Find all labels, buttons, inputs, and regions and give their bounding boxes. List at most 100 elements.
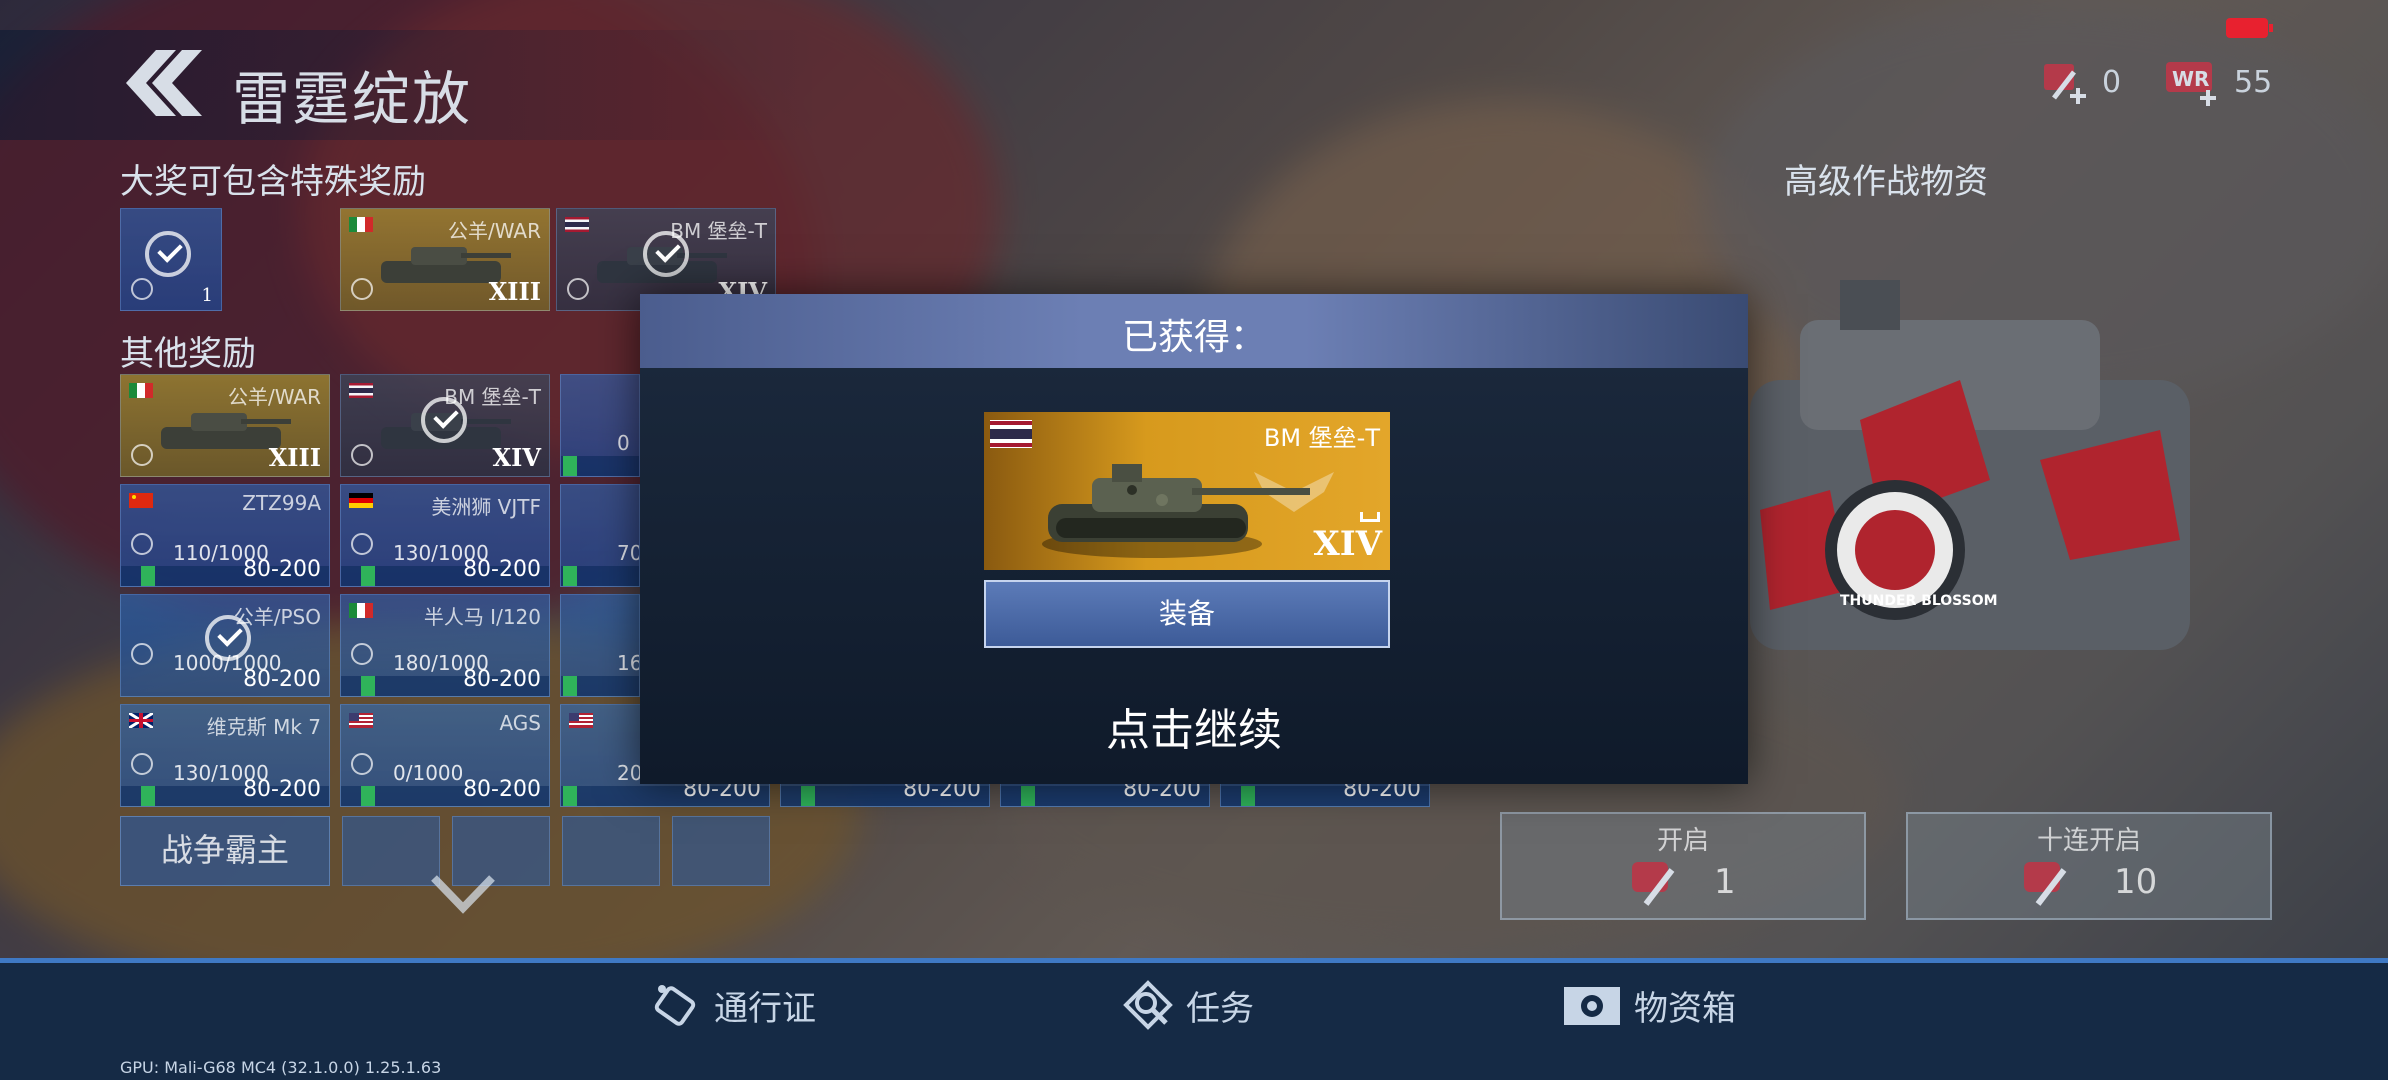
reward-item-token[interactable] — [562, 816, 660, 886]
currency-wr-tickets: WR 55 — [2164, 58, 2272, 106]
tile-progress-fill — [563, 456, 577, 476]
reward-tile-ram-pso[interactable]: 公羊/PSO 1000/1000 80-200 — [120, 594, 330, 697]
reward-modal[interactable]: 已获得： BM 堡垒-T XIV 装备 点击继续 — [640, 294, 1748, 784]
nav-missions[interactable]: 任务 — [1122, 979, 1254, 1031]
key-icon — [2024, 862, 2067, 906]
reward-card[interactable]: BM 堡垒-T XIV — [984, 412, 1390, 570]
reward-tile-puma-vjtf[interactable]: 美洲狮 VJTF 130/1000 80-200 — [340, 484, 550, 587]
reward-item-portrait[interactable] — [342, 816, 440, 886]
tile-name: AGS — [499, 711, 541, 735]
flag-thailand-icon — [990, 420, 1032, 448]
open-ten-count: 10 — [2114, 862, 2158, 902]
reward-tile-partial[interactable]: 160 — [560, 594, 640, 697]
owned-check-icon — [145, 231, 191, 277]
flag-thailand-icon — [565, 217, 589, 232]
repair-kit-count: 0 — [2102, 64, 2122, 100]
grand-tile-special[interactable]: 1 — [120, 208, 222, 311]
open-ten-button[interactable]: 十连开启 10 — [1906, 812, 2272, 920]
tile-progress-fill — [141, 566, 155, 586]
tile-name: 半人马 I/120 — [423, 605, 541, 629]
currency-repair-kits: 0 — [2040, 58, 2121, 106]
tile-range: 80-200 — [463, 777, 541, 802]
nav-pass[interactable]: 通行证 — [650, 979, 816, 1031]
tile-name: 公羊/WAR — [448, 219, 541, 243]
tank-emblem-text: THUNDER BLOSSOM — [1840, 593, 1998, 609]
tile-range: 80-200 — [243, 777, 321, 802]
tile-rank: XIII — [488, 277, 541, 306]
tile-name: BM 堡垒-T — [670, 219, 767, 243]
tank-preview-image: THUNDER BLOSSOM — [1750, 280, 2190, 650]
chevron-down-icon[interactable] — [428, 868, 498, 918]
tile-progress-fill — [361, 566, 375, 586]
reward-tile-ram-war[interactable]: 公羊/WAR XIII — [120, 374, 330, 477]
inspect-icon — [351, 753, 373, 775]
warlord-item[interactable]: 战争霸主 — [120, 816, 330, 886]
pass-tag-icon — [654, 985, 696, 1026]
tile-count: 1 — [201, 285, 213, 306]
tile-name: 美洲狮 VJTF — [431, 495, 541, 519]
inspect-icon — [131, 753, 153, 775]
modal-title: 已获得： — [1121, 317, 1266, 358]
nav-pass-label: 通行证 — [714, 988, 816, 1029]
tile-progress-fill — [361, 676, 375, 696]
reward-tile-bm-fortress[interactable]: BM 堡垒-T XIV — [340, 374, 550, 477]
reward-tile-centauro[interactable]: 半人马 I/120 180/1000 80-200 — [340, 594, 550, 697]
tile-name: 维克斯 Mk 7 — [206, 715, 321, 739]
reward-item-repair-kit[interactable] — [672, 816, 770, 886]
tile-range: 80-200 — [243, 667, 321, 692]
battery-icon — [2226, 18, 2273, 38]
tile-progress-fill — [563, 786, 577, 806]
back-button[interactable] — [118, 50, 202, 116]
nav-supply-label: 物资箱 — [1634, 988, 1736, 1029]
equip-button[interactable]: 装备 — [984, 580, 1390, 648]
flag-uk-icon — [129, 713, 153, 728]
flag-thailand-icon — [349, 383, 373, 398]
tile-rank: XIII — [268, 443, 321, 472]
tile-progress-fill — [801, 786, 815, 806]
open-ten-label: 十连开启 — [2036, 826, 2141, 856]
reward-tile-ztz99a[interactable]: ZTZ99A 110/1000 80-200 — [120, 484, 330, 587]
nav-supply-box[interactable]: 物资箱 — [1562, 979, 1736, 1031]
tile-progress: 70 — [617, 541, 640, 565]
inspect-icon — [351, 533, 373, 555]
modal-header: 已获得： — [640, 294, 1748, 368]
reward-tile-partial[interactable]: 70 — [560, 484, 640, 587]
tile-progress-fill — [563, 676, 577, 696]
reward-tile-ags[interactable]: AGS 0/1000 80-200 — [340, 704, 550, 807]
tile-progress-bar — [561, 456, 639, 476]
flag-italy-icon — [129, 383, 153, 398]
tile-name: 公羊/PSO — [233, 605, 321, 629]
inspect-icon — [131, 643, 153, 665]
inspect-icon — [351, 444, 373, 466]
tile-name: 公羊/WAR — [228, 385, 321, 409]
reward-tile-vickers-mk7[interactable]: 维克斯 Mk 7 130/1000 80-200 — [120, 704, 330, 807]
reward-vehicle-name: BM 堡垒-T — [1263, 424, 1380, 452]
grand-tile-ram-war[interactable]: 公羊/WAR XIII — [340, 208, 550, 311]
flag-usa-icon — [349, 713, 373, 728]
flag-usa-icon — [569, 713, 593, 728]
tile-progress-fill — [1241, 786, 1255, 806]
tile-progress-fill — [361, 786, 375, 806]
wr-ticket-count: 55 — [2234, 64, 2273, 100]
inspect-icon — [567, 278, 589, 300]
reward-vehicle-rank: XIV — [1313, 524, 1382, 564]
rank-chevron-icon — [1360, 512, 1380, 522]
tile-range: 80-200 — [463, 667, 541, 692]
supply-box-icon — [1564, 987, 1620, 1025]
wr-ticket-icon: WR — [2166, 62, 2216, 106]
tile-name: BM 堡垒-T — [444, 385, 541, 409]
tap-to-continue[interactable]: 点击继续 — [640, 694, 1748, 758]
grand-prize-label: 大奖可包含特殊奖励 — [120, 162, 426, 202]
tile-progress-fill — [563, 566, 577, 586]
tile-progress-bar — [561, 676, 639, 696]
inspect-icon — [351, 278, 373, 300]
other-rewards-label: 其他奖励 — [120, 334, 256, 374]
gpu-info: GPU: Mali-G68 MC4 (32.1.0.0) 1.25.1.63 — [120, 1058, 442, 1077]
inspect-icon — [131, 278, 153, 300]
tile-progress: 160 — [617, 651, 639, 675]
nav-missions-label: 任务 — [1186, 988, 1254, 1029]
open-single-button[interactable]: 开启 1 — [1500, 812, 1866, 920]
tile-progress: 0 — [617, 431, 630, 455]
tile-progress: 0/1000 — [393, 761, 464, 785]
reward-tile-partial[interactable]: 0 — [560, 374, 640, 477]
